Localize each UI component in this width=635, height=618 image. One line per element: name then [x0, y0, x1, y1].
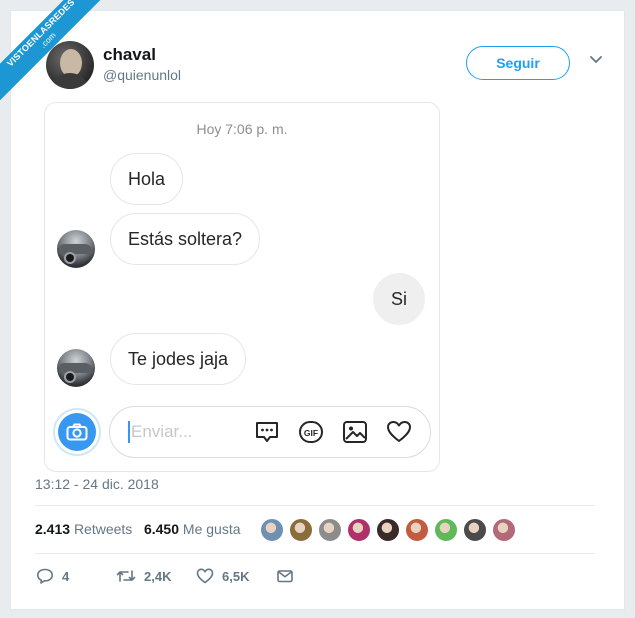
liker-avatar[interactable]	[317, 517, 343, 543]
liker-avatar[interactable]	[462, 517, 488, 543]
liker-avatar[interactable]	[404, 517, 430, 543]
retweet-icon	[116, 570, 136, 582]
message-bubble: Hola	[110, 153, 184, 205]
envelope-icon	[277, 570, 293, 583]
direct-message-button[interactable]	[276, 566, 302, 586]
user-avatar[interactable]	[46, 41, 94, 89]
chevron-down-icon[interactable]	[589, 55, 603, 65]
reply-button[interactable]: 4	[36, 566, 69, 586]
tweet-stats: 2.413 Retweets 6.450 Me gusta	[35, 521, 241, 537]
like-count[interactable]: 6.450	[144, 521, 179, 537]
message-bubble: Estás soltera?	[110, 213, 261, 265]
message-bubble: Te jodes jaja	[110, 333, 247, 385]
like-button[interactable]: 6,5K	[196, 566, 249, 586]
message-bubble-own: Si	[373, 273, 426, 325]
heart-icon[interactable]	[386, 419, 412, 445]
text-caret	[128, 421, 130, 443]
user-handle[interactable]: @quienunlol	[103, 67, 181, 83]
reply-count: 4	[62, 568, 70, 584]
chat-bubble-icon[interactable]	[254, 419, 280, 445]
liker-avatar[interactable]	[288, 517, 314, 543]
liker-avatar[interactable]	[491, 517, 517, 543]
retweet-short-count: 2,4K	[144, 568, 172, 584]
liker-avatar[interactable]	[346, 517, 372, 543]
sender-avatar	[57, 230, 95, 268]
retweet-button[interactable]: 2,4K	[116, 566, 171, 586]
retweet-count[interactable]: 2.413	[35, 521, 70, 537]
message-input[interactable]: Enviar... GIF	[109, 406, 431, 458]
retweets-label[interactable]: Retweets	[74, 521, 132, 537]
camera-button[interactable]	[53, 408, 101, 456]
message-placeholder: Enviar...	[131, 422, 193, 441]
divider	[35, 505, 595, 506]
liker-avatar[interactable]	[259, 517, 285, 543]
chat-time-header: Hoy 7:06 p. m.	[196, 121, 288, 137]
svg-text:GIF: GIF	[304, 428, 318, 438]
like-short-count: 6,5K	[222, 568, 250, 584]
tweet-card: chaval @quienunlol Seguir Hoy 7:06 p. m.…	[10, 10, 625, 610]
image-icon[interactable]	[342, 419, 368, 445]
tweet-timestamp[interactable]: 13:12 - 24 dic. 2018	[35, 476, 159, 492]
follow-button[interactable]: Seguir	[466, 46, 570, 80]
likes-label[interactable]: Me gusta	[183, 521, 241, 537]
sender-avatar	[57, 349, 95, 387]
divider	[35, 553, 595, 554]
liker-avatar[interactable]	[433, 517, 459, 543]
camera-icon	[66, 423, 88, 441]
dm-screenshot: Hoy 7:06 p. m. Hola Estás soltera? Si Te…	[44, 102, 440, 472]
display-name[interactable]: chaval	[103, 45, 156, 65]
gif-icon[interactable]: GIF	[298, 419, 324, 445]
heart-icon	[196, 568, 214, 584]
reply-icon	[37, 568, 53, 584]
liker-avatar[interactable]	[375, 517, 401, 543]
